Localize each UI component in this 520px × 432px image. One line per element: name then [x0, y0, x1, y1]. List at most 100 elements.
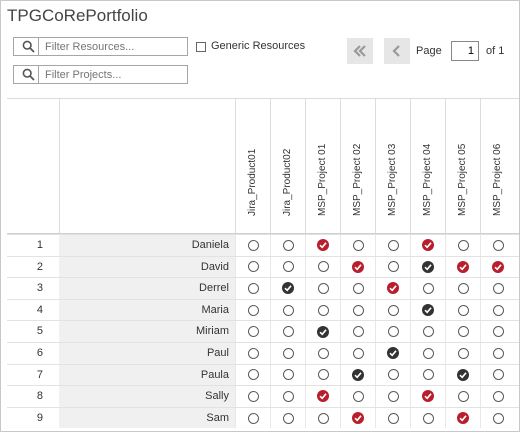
- assignment-radio[interactable]: [387, 390, 399, 402]
- checkmark-icon: [424, 264, 432, 271]
- assignment-radio[interactable]: [387, 412, 399, 424]
- assignment-radio[interactable]: [282, 239, 294, 251]
- assignment-cell: [480, 386, 515, 407]
- assignment-radio[interactable]: [457, 347, 469, 359]
- assignment-radio[interactable]: [247, 412, 259, 424]
- assignment-cell: [235, 256, 270, 278]
- assignment-radio[interactable]: [492, 239, 504, 251]
- assignment-radio[interactable]: [492, 412, 504, 424]
- assignment-radio[interactable]: [387, 369, 399, 381]
- column-header-label: MSP_Project 02: [352, 143, 363, 216]
- assignment-radio-selected[interactable]: [352, 368, 364, 381]
- assignment-radio-selected[interactable]: [422, 390, 434, 403]
- assignment-radio[interactable]: [282, 390, 294, 402]
- column-header[interactable]: MSP_Project 01: [305, 98, 340, 233]
- assignment-radio[interactable]: [247, 347, 259, 359]
- assignment-radio[interactable]: [282, 326, 294, 338]
- assignment-radio-selected[interactable]: [317, 390, 329, 403]
- assignment-cell: [410, 343, 445, 364]
- assignment-radio[interactable]: [352, 326, 364, 338]
- assignment-radio-selected[interactable]: [317, 325, 329, 338]
- assignment-radio[interactable]: [492, 304, 504, 316]
- assignment-radio[interactable]: [457, 304, 469, 316]
- assignment-radio[interactable]: [422, 412, 434, 424]
- previous-page-button[interactable]: [384, 38, 410, 64]
- assignment-radio-selected[interactable]: [352, 260, 364, 273]
- assignment-radio[interactable]: [422, 347, 434, 359]
- assignment-radio-selected[interactable]: [492, 260, 504, 273]
- assignment-radio[interactable]: [247, 326, 259, 338]
- assignment-radio[interactable]: [247, 304, 259, 316]
- assignment-cell: [375, 278, 410, 299]
- assignment-radio[interactable]: [457, 239, 469, 251]
- column-header[interactable]: MSP_Project 06: [480, 98, 515, 233]
- filter-projects-input[interactable]: [38, 65, 188, 84]
- assignment-radio[interactable]: [352, 239, 364, 251]
- column-header[interactable]: MSP_Project 04: [410, 98, 445, 233]
- assignment-radio[interactable]: [457, 326, 469, 338]
- assignment-radio-selected[interactable]: [457, 412, 469, 425]
- assignment-radio-selected[interactable]: [352, 412, 364, 425]
- assignment-radio[interactable]: [352, 282, 364, 294]
- assignment-radio[interactable]: [352, 390, 364, 402]
- column-header[interactable]: MSP_Project 05: [445, 98, 480, 233]
- checkmark-icon: [459, 264, 467, 271]
- first-page-button[interactable]: [347, 38, 373, 64]
- assignment-cell: [410, 364, 445, 386]
- assignment-radio-selected[interactable]: [457, 368, 469, 381]
- filter-resources-input[interactable]: [38, 37, 188, 56]
- assignment-radio[interactable]: [247, 390, 259, 402]
- column-header[interactable]: Jira_Product02: [270, 98, 305, 233]
- assignment-radio-selected[interactable]: [422, 239, 434, 252]
- assignment-radio[interactable]: [492, 326, 504, 338]
- assignment-radio-selected[interactable]: [282, 282, 294, 295]
- assignment-radio-selected[interactable]: [457, 260, 469, 273]
- assignment-radio[interactable]: [492, 390, 504, 402]
- assignment-radio[interactable]: [422, 369, 434, 381]
- assignment-radio[interactable]: [282, 304, 294, 316]
- assignment-radio[interactable]: [387, 239, 399, 251]
- assignment-radio[interactable]: [457, 282, 469, 294]
- assignment-radio[interactable]: [317, 304, 329, 316]
- assignment-radio[interactable]: [422, 326, 434, 338]
- assignment-radio[interactable]: [387, 304, 399, 316]
- assignment-radio[interactable]: [282, 369, 294, 381]
- assignment-radio[interactable]: [247, 282, 259, 294]
- assignment-radio[interactable]: [352, 304, 364, 316]
- assignment-cell: [445, 299, 480, 321]
- checkmark-icon: [319, 328, 327, 336]
- assignment-radio[interactable]: [457, 390, 469, 402]
- assignment-radio[interactable]: [317, 369, 329, 381]
- column-header[interactable]: MSP_Project 03: [375, 98, 410, 233]
- assignment-radio-selected[interactable]: [317, 239, 329, 252]
- assignment-radio[interactable]: [282, 412, 294, 424]
- assignment-radio-selected[interactable]: [422, 260, 434, 273]
- assignment-radio[interactable]: [317, 261, 329, 273]
- assignment-radio-selected[interactable]: [387, 282, 399, 295]
- assignment-radio-selected[interactable]: [387, 347, 399, 360]
- assignment-radio[interactable]: [317, 282, 329, 294]
- assignment-radio[interactable]: [492, 282, 504, 294]
- generic-resources-checkbox[interactable]: [196, 42, 206, 52]
- assignment-radio[interactable]: [352, 347, 364, 359]
- assignment-radio[interactable]: [247, 239, 259, 251]
- assignment-radio[interactable]: [387, 326, 399, 338]
- page-number-input[interactable]: [451, 41, 479, 61]
- assignment-cell: [480, 407, 515, 429]
- assignment-radio[interactable]: [317, 347, 329, 359]
- column-header[interactable]: Jira_Product01: [235, 98, 270, 233]
- assignment-radio[interactable]: [247, 261, 259, 273]
- assignment-cell: [235, 299, 270, 321]
- assignment-radio[interactable]: [387, 261, 399, 273]
- assignment-cell: [375, 299, 410, 321]
- assignment-radio[interactable]: [282, 347, 294, 359]
- assignment-radio[interactable]: [492, 347, 504, 359]
- assignment-radio[interactable]: [492, 369, 504, 381]
- assignment-radio[interactable]: [282, 261, 294, 273]
- assignment-radio[interactable]: [247, 369, 259, 381]
- assignment-radio[interactable]: [317, 412, 329, 424]
- allocation-grid: Jira_Product01 Jira_Product02 MSP_Project …: [7, 98, 519, 432]
- assignment-radio-selected[interactable]: [422, 304, 434, 317]
- assignment-radio[interactable]: [422, 282, 434, 294]
- column-header[interactable]: MSP_Project 02: [340, 98, 375, 233]
